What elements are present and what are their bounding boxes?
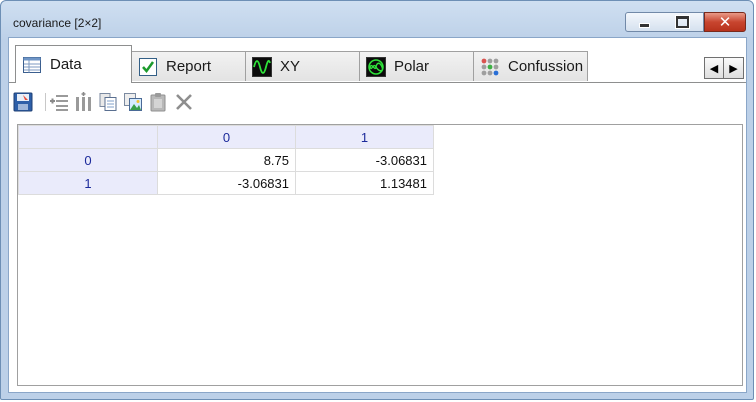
column-header-0[interactable]: 0 — [157, 125, 296, 149]
title-bar[interactable]: covariance [2×2] ✕ — [1, 1, 753, 37]
columns-icon[interactable] — [73, 92, 93, 112]
table-cell[interactable]: -3.06831 — [157, 171, 296, 195]
toolbar-separator — [45, 93, 46, 111]
table-cell[interactable]: 1.13481 — [295, 171, 434, 195]
clipboard-icon[interactable] — [148, 92, 168, 112]
tab-strip: Data Report XY Polar Confussion ◀ ▶ — [9, 38, 746, 83]
table-cell[interactable]: -3.06831 — [295, 148, 434, 172]
data-grid[interactable]: 0 1 0 8.75 -3.06831 1 -3.06831 1.13481 — [17, 124, 743, 386]
close-button[interactable]: ✕ — [704, 12, 746, 32]
table-row: 1 -3.06831 1.13481 — [18, 171, 434, 195]
arrow-left-icon: ◀ — [709, 62, 719, 75]
tab-polar[interactable]: Polar — [359, 51, 474, 81]
polar-plot-icon — [366, 56, 386, 77]
toolbar — [9, 83, 746, 121]
tab-data[interactable]: Data — [15, 45, 132, 83]
column-header-1[interactable]: 1 — [295, 125, 434, 149]
tab-scroll-buttons: ◀ ▶ — [704, 57, 744, 79]
app-window: covariance [2×2] ✕ Data Report XY Polar … — [0, 0, 754, 400]
close-icon: ✕ — [718, 12, 732, 31]
save-icon[interactable] — [13, 92, 33, 112]
minimize-button[interactable] — [625, 12, 663, 32]
row-header-1[interactable]: 1 — [18, 171, 158, 195]
column-header-row: 0 1 — [18, 125, 434, 149]
checkmark-icon — [139, 57, 157, 76]
colored-dots-icon — [481, 58, 499, 75]
tab-xy[interactable]: XY — [245, 51, 360, 81]
table-icon — [23, 56, 41, 73]
covariance-table: 0 1 0 8.75 -3.06831 1 -3.06831 1.13481 — [18, 125, 434, 195]
tab-scroll-left-button[interactable]: ◀ — [704, 57, 724, 79]
tab-label: Data — [50, 56, 82, 73]
arrow-right-icon: ▶ — [729, 62, 738, 75]
tab-label: XY — [280, 58, 301, 75]
paste-image-icon[interactable] — [123, 92, 143, 112]
minimize-icon — [638, 22, 650, 28]
maximize-button[interactable] — [662, 12, 704, 32]
row-header-0[interactable]: 0 — [18, 148, 158, 172]
add-rows-icon[interactable] — [49, 92, 69, 112]
window-title: covariance [2×2] — [13, 16, 102, 30]
tab-scroll-right-button[interactable]: ▶ — [724, 57, 744, 79]
tab-confussion[interactable]: Confussion — [473, 51, 588, 81]
tab-label: Polar — [394, 58, 430, 75]
copy-icon[interactable] — [98, 92, 118, 112]
maximize-icon — [675, 15, 690, 29]
corner-header-cell[interactable] — [18, 125, 158, 149]
table-cell[interactable]: 8.75 — [157, 148, 296, 172]
sine-wave-icon — [252, 56, 272, 77]
client-area: Data Report XY Polar Confussion ◀ ▶ 0 1 … — [8, 37, 747, 393]
tab-report[interactable]: Report — [131, 51, 246, 81]
table-row: 0 8.75 -3.06831 — [18, 148, 434, 172]
tab-label: Confussion — [508, 58, 584, 75]
tab-label: Report — [166, 58, 212, 75]
delete-icon[interactable] — [174, 92, 194, 112]
